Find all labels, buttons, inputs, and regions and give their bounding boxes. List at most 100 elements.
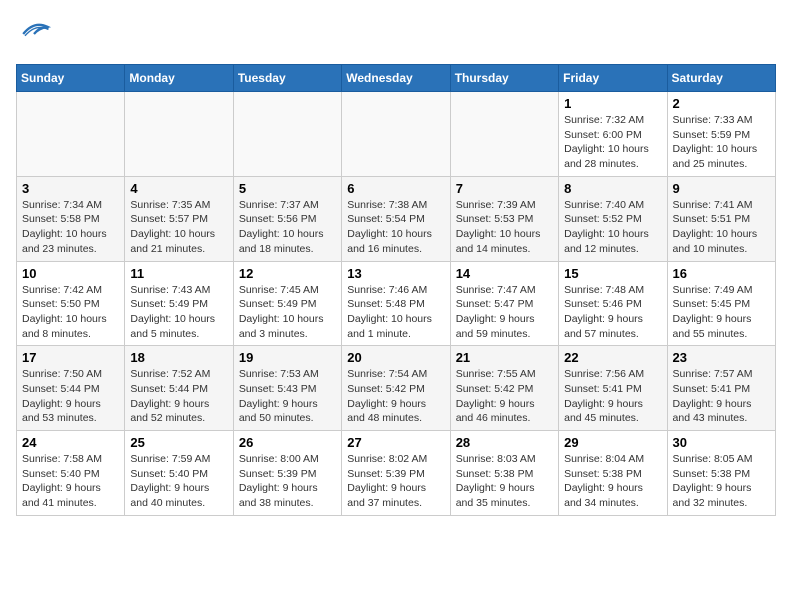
weekday-header-wednesday: Wednesday (342, 65, 450, 92)
calendar-body: 1Sunrise: 7:32 AM Sunset: 6:00 PM Daylig… (17, 92, 776, 516)
day-number: 25 (130, 435, 227, 450)
calendar-cell: 8Sunrise: 7:40 AM Sunset: 5:52 PM Daylig… (559, 176, 667, 261)
calendar-cell: 7Sunrise: 7:39 AM Sunset: 5:53 PM Daylig… (450, 176, 558, 261)
day-info: Sunrise: 7:43 AM Sunset: 5:49 PM Dayligh… (130, 283, 227, 342)
day-number: 15 (564, 266, 661, 281)
weekday-header-thursday: Thursday (450, 65, 558, 92)
day-number: 10 (22, 266, 119, 281)
day-info: Sunrise: 7:57 AM Sunset: 5:41 PM Dayligh… (673, 367, 770, 426)
week-row-1: 1Sunrise: 7:32 AM Sunset: 6:00 PM Daylig… (17, 92, 776, 177)
day-number: 6 (347, 181, 444, 196)
day-number: 7 (456, 181, 553, 196)
day-number: 13 (347, 266, 444, 281)
calendar-cell: 25 Sunrise: 7:59 AM Sunset: 5:40 PM Dayli… (125, 431, 233, 516)
calendar-cell: 17 Sunrise: 7:50 AM Sunset: 5:44 PM Dayli… (17, 346, 125, 431)
day-info: Sunrise: 7:53 AM Sunset: 5:43 PM Dayligh… (239, 367, 336, 426)
day-info: Sunrise: 7:48 AM Sunset: 5:46 PM Dayligh… (564, 283, 661, 342)
day-info: Sunrise: 8:02 AM Sunset: 5:39 PM Dayligh… (347, 452, 444, 511)
day-info: Sunrise: 7:50 AM Sunset: 5:44 PM Dayligh… (22, 367, 119, 426)
calendar-cell: 4Sunrise: 7:35 AM Sunset: 5:57 PM Daylig… (125, 176, 233, 261)
day-number: 9 (673, 181, 770, 196)
day-info: Sunrise: 8:05 AM Sunset: 5:38 PM Dayligh… (673, 452, 770, 511)
calendar-cell: 3 Sunrise: 7:34 AM Sunset: 5:58 PM Daylig… (17, 176, 125, 261)
week-row-4: 17 Sunrise: 7:50 AM Sunset: 5:44 PM Dayli… (17, 346, 776, 431)
day-number: 30 (673, 435, 770, 450)
day-info: Sunrise: 7:33 AM Sunset: 5:59 PM Dayligh… (673, 113, 770, 172)
calendar-cell: 6 Sunrise: 7:38 AM Sunset: 5:54 PM Daylig… (342, 176, 450, 261)
calendar-cell: 1Sunrise: 7:32 AM Sunset: 6:00 PM Daylig… (559, 92, 667, 177)
week-row-2: 3 Sunrise: 7:34 AM Sunset: 5:58 PM Daylig… (17, 176, 776, 261)
calendar-cell: 14 Sunrise: 7:47 AM Sunset: 5:47 PM Dayli… (450, 261, 558, 346)
day-number: 3 (22, 181, 119, 196)
day-info: Sunrise: 7:37 AM Sunset: 5:56 PM Dayligh… (239, 198, 336, 257)
calendar-cell: 22Sunrise: 7:56 AM Sunset: 5:41 PM Dayli… (559, 346, 667, 431)
day-number: 1 (564, 96, 661, 111)
calendar-cell: 15 Sunrise: 7:48 AM Sunset: 5:46 PM Dayli… (559, 261, 667, 346)
day-number: 20 (347, 350, 444, 365)
day-info: Sunrise: 7:59 AM Sunset: 5:40 PM Dayligh… (130, 452, 227, 511)
day-number: 4 (130, 181, 227, 196)
weekday-header-row: SundayMondayTuesdayWednesdayThursdayFrid… (17, 65, 776, 92)
calendar-cell: 11 Sunrise: 7:43 AM Sunset: 5:49 PM Dayli… (125, 261, 233, 346)
calendar-cell: 23 Sunrise: 7:57 AM Sunset: 5:41 PM Dayli… (667, 346, 775, 431)
day-number: 11 (130, 266, 227, 281)
calendar-cell: 20Sunrise: 7:54 AM Sunset: 5:42 PM Dayli… (342, 346, 450, 431)
day-number: 18 (130, 350, 227, 365)
calendar-cell (450, 92, 558, 177)
day-info: Sunrise: 7:47 AM Sunset: 5:47 PM Dayligh… (456, 283, 553, 342)
calendar-cell: 13 Sunrise: 7:46 AM Sunset: 5:48 PM Dayli… (342, 261, 450, 346)
day-number: 12 (239, 266, 336, 281)
calendar-cell: 24 Sunrise: 7:58 AM Sunset: 5:40 PM Dayli… (17, 431, 125, 516)
day-number: 16 (673, 266, 770, 281)
weekday-header-tuesday: Tuesday (233, 65, 341, 92)
day-number: 28 (456, 435, 553, 450)
day-number: 5 (239, 181, 336, 196)
day-info: Sunrise: 7:40 AM Sunset: 5:52 PM Dayligh… (564, 198, 661, 257)
calendar-table: SundayMondayTuesdayWednesdayThursdayFrid… (16, 64, 776, 516)
day-number: 24 (22, 435, 119, 450)
day-info: Sunrise: 7:56 AM Sunset: 5:41 PM Dayligh… (564, 367, 661, 426)
calendar-cell: 29 Sunrise: 8:04 AM Sunset: 5:38 PM Dayli… (559, 431, 667, 516)
weekday-header-sunday: Sunday (17, 65, 125, 92)
day-number: 23 (673, 350, 770, 365)
day-info: Sunrise: 8:00 AM Sunset: 5:39 PM Dayligh… (239, 452, 336, 511)
calendar-cell: 16 Sunrise: 7:49 AM Sunset: 5:45 PM Dayli… (667, 261, 775, 346)
weekday-header-monday: Monday (125, 65, 233, 92)
calendar-cell: 19 Sunrise: 7:53 AM Sunset: 5:43 PM Dayli… (233, 346, 341, 431)
day-number: 21 (456, 350, 553, 365)
day-info: Sunrise: 8:04 AM Sunset: 5:38 PM Dayligh… (564, 452, 661, 511)
calendar-cell: 28 Sunrise: 8:03 AM Sunset: 5:38 PM Dayli… (450, 431, 558, 516)
calendar-cell: 12Sunrise: 7:45 AM Sunset: 5:49 PM Dayli… (233, 261, 341, 346)
day-number: 26 (239, 435, 336, 450)
calendar-cell: 26 Sunrise: 8:00 AM Sunset: 5:39 PM Dayli… (233, 431, 341, 516)
day-info: Sunrise: 7:55 AM Sunset: 5:42 PM Dayligh… (456, 367, 553, 426)
calendar-cell: 2 Sunrise: 7:33 AM Sunset: 5:59 PM Daylig… (667, 92, 775, 177)
day-info: Sunrise: 7:49 AM Sunset: 5:45 PM Dayligh… (673, 283, 770, 342)
weekday-header-saturday: Saturday (667, 65, 775, 92)
day-info: Sunrise: 8:03 AM Sunset: 5:38 PM Dayligh… (456, 452, 553, 511)
day-info: Sunrise: 7:34 AM Sunset: 5:58 PM Dayligh… (22, 198, 119, 257)
logo (16, 16, 56, 52)
calendar-cell: 10Sunrise: 7:42 AM Sunset: 5:50 PM Dayli… (17, 261, 125, 346)
day-info: Sunrise: 7:46 AM Sunset: 5:48 PM Dayligh… (347, 283, 444, 342)
calendar-cell (233, 92, 341, 177)
calendar-cell (125, 92, 233, 177)
weekday-header-friday: Friday (559, 65, 667, 92)
calendar-cell: 9 Sunrise: 7:41 AM Sunset: 5:51 PM Daylig… (667, 176, 775, 261)
day-number: 17 (22, 350, 119, 365)
day-number: 19 (239, 350, 336, 365)
week-row-3: 10Sunrise: 7:42 AM Sunset: 5:50 PM Dayli… (17, 261, 776, 346)
day-number: 29 (564, 435, 661, 450)
calendar-cell: 21 Sunrise: 7:55 AM Sunset: 5:42 PM Dayli… (450, 346, 558, 431)
calendar-header: SundayMondayTuesdayWednesdayThursdayFrid… (17, 65, 776, 92)
logo-icon (16, 16, 52, 52)
calendar-cell: 30 Sunrise: 8:05 AM Sunset: 5:38 PM Dayli… (667, 431, 775, 516)
day-number: 14 (456, 266, 553, 281)
day-info: Sunrise: 7:41 AM Sunset: 5:51 PM Dayligh… (673, 198, 770, 257)
day-info: Sunrise: 7:58 AM Sunset: 5:40 PM Dayligh… (22, 452, 119, 511)
calendar-cell (17, 92, 125, 177)
week-row-5: 24 Sunrise: 7:58 AM Sunset: 5:40 PM Dayli… (17, 431, 776, 516)
day-info: Sunrise: 7:38 AM Sunset: 5:54 PM Dayligh… (347, 198, 444, 257)
calendar-cell: 27Sunrise: 8:02 AM Sunset: 5:39 PM Dayli… (342, 431, 450, 516)
day-number: 2 (673, 96, 770, 111)
